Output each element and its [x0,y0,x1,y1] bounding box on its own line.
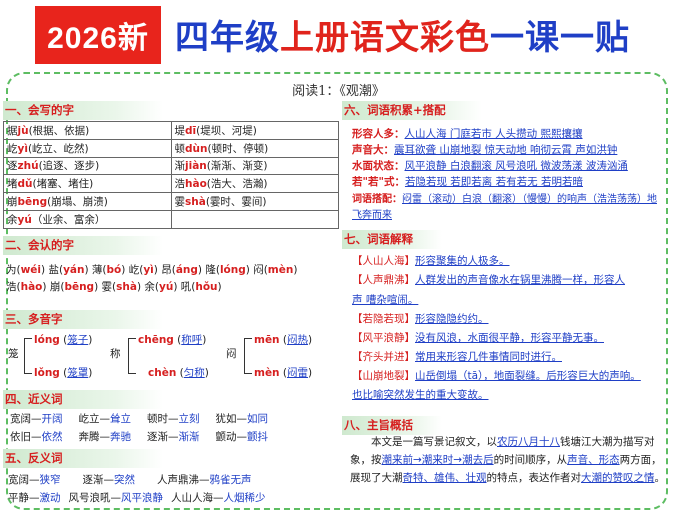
antonym-line-2: 平静—激动 风号浪吼—风平浪静 人山人海—人烟稀少 [8,492,266,504]
polyphone-char-2: 称 [110,348,121,360]
section-antonym: 五、反义词 [3,449,163,468]
write-cell: 余yú（业余、富余） [3,209,172,229]
polyphone-char-3: 闷 [226,348,237,360]
write-row: 余yú（业余、富余） [3,209,340,229]
section-explain: 七、词语解释 [342,230,442,249]
write-cell: 崩bēng(崩塌、崩溃) [3,192,172,211]
write-characters-table: 据jù(根据、依据) 堤dī(堤坝、河堤) 屹yì(屹立、屹然) 顿dùn(顿时、停顿… [3,121,340,229]
section-write: 一、会写的字 [3,101,163,120]
accumulate-item: 声音大：震耳欲聋 山崩地裂 惊天动地 响彻云霄 声如洪钟 [352,144,618,156]
polyphone-reading-1a: lóng (笼子) [34,334,93,346]
write-cell: 据jù(根据、依据) [3,121,172,140]
antonym-line-1: 宽阔—狭窄 逐渐—突然 人声鼎沸—鸦雀无声 [8,474,252,486]
explain-item: 【齐头并进】常用来形容几件事情同时进行。 [352,351,562,363]
explain-item: 【若隐若现】形容隐隐约约。 [352,313,489,325]
polyphone-reading-1b: lǒng (笼罩) [34,367,93,379]
title-part-grade: 四年级 [175,18,280,58]
section-accumulate: 六、词语积累+搭配 [342,101,482,120]
polyphone-char-1: 笼 [8,348,19,360]
write-cell: 顿dùn(顿时、停顿) [170,138,340,158]
polyphone-reading-3a: mēn (闷热) [254,334,313,346]
polyphone-reading-2b: chèn (匀称) [148,367,209,379]
write-cell: 堤dī(堤坝、河堤) [170,121,340,140]
write-cell: 逐zhú(追逐、逐步) [3,156,172,176]
polyphone-reading-3b: mèn (闷雷) [254,367,313,379]
polyphone-brace-2 [128,338,136,374]
write-cell: 堵dǔ(堵塞、堵住) [3,174,172,194]
polyphone-brace-3 [244,338,252,374]
reading-title: 阅读1：《观潮》 [292,84,385,99]
explain-item: 【山崩地裂】山岳倒塌（tā），地面裂缝。后形容巨大的声响。 [352,370,641,382]
accumulate-item: 飞奔而来 [352,210,392,221]
write-cell: 屹yì(屹立、屹然) [3,138,172,158]
header-bar: 2026新 四年级上册语文彩色一课一贴 [0,0,677,70]
write-cell: 渐jiàn(渐渐、渐变) [170,156,340,176]
accumulate-item: 水面状态：风平浪静 白浪翻滚 风号浪吼 微波荡漾 波涛汹涌 [352,160,628,172]
explain-item: 也比喻突然发生的重大变故。 [352,389,489,401]
write-row: 逐zhú(追逐、逐步) 渐jiàn(渐渐、渐变) [3,156,340,176]
accumulate-item: 形容人多：人山人海 门庭若市 人头攒动 熙熙攘攘 [352,128,583,140]
explain-item: 【人声鼎沸】人群发出的声音像水在锅里沸腾一样，形容人 [352,274,625,286]
explain-item: 【人山人海】形容聚集的人极多。 [352,255,510,267]
year-badge: 2026新 [35,6,161,64]
accumulate-item: 词语搭配：闷雷（滚动）白浪（翻滚）（慢慢）的响声（浩浩荡荡）地 [352,194,657,205]
write-cell: 霎shà(霎时、霎间) [170,192,340,211]
write-row: 据jù(根据、依据) 堤dī(堤坝、河堤) [3,121,340,140]
synonym-line-1: 宽阔—开阔 屹立—耸立 顿时—立刻 犹如—如同 [10,413,268,425]
write-cell [170,209,340,229]
synonym-line-2: 依旧—依然 奔腾—奔驰 逐渐—渐渐 颤动—颤抖 [10,431,268,443]
polyphone-brace-1 [24,338,32,374]
section-recognize: 二、会认的字 [3,236,163,255]
page-title: 四年级上册语文彩色一课一贴 [175,10,630,59]
title-part-book: 上册语文彩色 [280,18,490,58]
title-part-series: 一课一贴 [490,18,630,58]
write-cell: 浩hào(浩大、浩瀚) [170,174,340,194]
write-row: 堵dǔ(堵塞、堵住) 浩hào(浩大、浩瀚) [3,174,340,194]
write-row: 屹yì(屹立、屹然) 顿dùn(顿时、停顿) [3,138,340,158]
polyphone-reading-2a: chēng (称呼) [138,334,207,346]
section-synonym: 四、近义词 [3,390,163,409]
accumulate-item: 若"若"式：若隐若现 若即若离 若有若无 若明若暗 [352,176,583,188]
explain-item: 声 嘈杂喧闹。 [352,294,419,306]
recognize-line-2: 浩(hào) 崩(bēng) 霎(shà) 余(yú) 吼(hǒu) [6,281,222,293]
section-polyphone: 三、多音字 [3,310,163,329]
explain-item: 【风平浪静】没有风浪，水面很平静，形容平静无事。 [352,332,604,344]
write-row: 崩bēng(崩塌、崩溃) 霎shà(霎时、霎间) [3,192,340,211]
recognize-line-1: 为(wéi) 盐(yán) 薄(bó) 屹(yì) 昂(áng) 隆(lóng)… [6,264,298,276]
theme-summary: 本文是一篇写景记叙文，以农历八月十八钱塘江大潮为描写对象，按潮来前→潮来时→潮去… [350,436,665,484]
